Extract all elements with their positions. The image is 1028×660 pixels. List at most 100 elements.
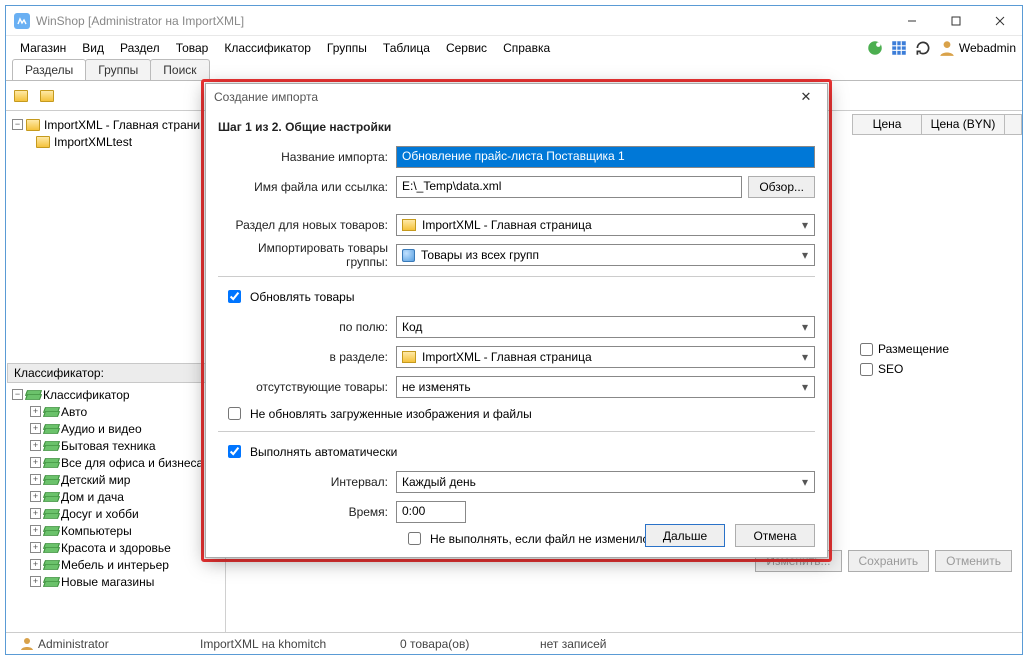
classifier-item[interactable]: Новые магазины <box>61 575 154 589</box>
layers-icon <box>44 559 57 570</box>
skip-unchanged-label: Не выполнять, если файл не изменился <box>430 532 655 546</box>
save-button[interactable]: Сохранить <box>848 550 930 572</box>
menu-help[interactable]: Справка <box>495 39 558 57</box>
tree-root[interactable]: ImportXML - Главная страни <box>44 118 200 132</box>
label-interval: Интервал: <box>218 475 396 489</box>
maximize-button[interactable] <box>934 7 978 35</box>
import-name-input[interactable]: Обновление прайс-листа Поставщика 1 <box>396 146 815 168</box>
tree-child[interactable]: ImportXMLtest <box>54 135 132 149</box>
collapse-icon[interactable]: − <box>12 389 23 400</box>
layers-icon <box>44 576 57 587</box>
menu-classifier[interactable]: Классификатор <box>216 39 319 57</box>
label-import-name: Название импорта: <box>218 150 396 164</box>
classifier-root[interactable]: Классификатор <box>43 388 130 402</box>
minimize-button[interactable] <box>890 7 934 35</box>
menubar: Магазин Вид Раздел Товар Классификатор Г… <box>6 35 1022 59</box>
classifier-header: Классификатор: <box>7 363 224 383</box>
collapse-icon[interactable]: − <box>12 119 23 130</box>
menu-service[interactable]: Сервис <box>438 39 495 57</box>
folder-icon <box>36 136 50 148</box>
status-bar: Administrator ImportXML на khomitch 0 то… <box>6 632 1022 654</box>
expand-icon[interactable]: + <box>30 440 41 451</box>
folder-icon <box>402 351 416 363</box>
browse-button[interactable]: Обзор... <box>748 176 815 198</box>
layers-icon <box>44 474 57 485</box>
menu-section[interactable]: Раздел <box>112 39 168 57</box>
layers-icon <box>26 389 39 400</box>
seo-label: SEO <box>878 362 903 376</box>
skip-unchanged-checkbox[interactable] <box>408 532 421 545</box>
classifier-item[interactable]: Детский мир <box>61 473 130 487</box>
expand-icon[interactable]: + <box>30 406 41 417</box>
import-dialog: Создание импорта ✕ Шаг 1 из 2. Общие нас… <box>205 83 828 558</box>
label-time: Время: <box>218 505 396 519</box>
no-update-images-checkbox[interactable] <box>228 407 241 420</box>
cancel-button[interactable]: Отмена <box>735 524 815 547</box>
expand-icon[interactable]: + <box>30 559 41 570</box>
auto-run-checkbox[interactable] <box>228 445 241 458</box>
tab-groups[interactable]: Группы <box>85 59 151 80</box>
folder-icon <box>26 119 40 131</box>
refresh-icon[interactable] <box>914 39 932 57</box>
menu-shop[interactable]: Магазин <box>12 39 74 57</box>
revert-button[interactable]: Отменить <box>935 550 1012 572</box>
update-products-checkbox[interactable] <box>228 290 241 303</box>
menu-view[interactable]: Вид <box>74 39 112 57</box>
open-folder-icon[interactable] <box>38 85 60 107</box>
col-price[interactable]: Цена <box>852 114 922 135</box>
interval-select[interactable]: Каждый день <box>396 471 815 493</box>
missing-select[interactable]: не изменять <box>396 376 815 398</box>
label-byfield: по полю: <box>218 320 396 334</box>
classifier-item[interactable]: Досуг и хобби <box>61 507 139 521</box>
expand-icon[interactable]: + <box>30 457 41 468</box>
time-input[interactable]: 0:00 <box>396 501 466 523</box>
grid-icon[interactable] <box>890 39 908 57</box>
status-user: Administrator <box>6 637 186 651</box>
menu-product[interactable]: Товар <box>168 39 217 57</box>
sections-tree[interactable]: − ImportXML - Главная страни ImportXMLtes… <box>6 114 225 362</box>
next-button[interactable]: Дальше <box>645 524 725 547</box>
user-icon <box>938 39 956 57</box>
layers-icon <box>44 525 57 536</box>
classifier-item[interactable]: Аудио и видео <box>61 422 142 436</box>
section-select[interactable]: ImportXML - Главная страница <box>396 214 815 236</box>
insection-select[interactable]: ImportXML - Главная страница <box>396 346 815 368</box>
col-price-byn[interactable]: Цена (BYN) <box>921 114 1005 135</box>
classifier-item[interactable]: Все для офиса и бизнеса <box>61 456 203 470</box>
classifier-item[interactable]: Бытовая техника <box>61 439 156 453</box>
folder-icon <box>402 219 416 231</box>
expand-icon[interactable]: + <box>30 525 41 536</box>
new-folder-icon[interactable] <box>12 85 34 107</box>
expand-icon[interactable]: + <box>30 508 41 519</box>
seo-checkbox[interactable] <box>860 363 873 376</box>
placement-checkbox[interactable] <box>860 343 873 356</box>
tab-sections[interactable]: Разделы <box>12 59 86 80</box>
classifier-item[interactable]: Дом и дача <box>61 490 124 504</box>
group-select[interactable]: Товары из всех групп <box>396 244 815 266</box>
expand-icon[interactable]: + <box>30 576 41 587</box>
expand-icon[interactable]: + <box>30 474 41 485</box>
menu-table[interactable]: Таблица <box>375 39 438 57</box>
byfield-select[interactable]: Код <box>396 316 815 338</box>
globe-icon[interactable] <box>866 39 884 57</box>
dialog-close-button[interactable]: ✕ <box>793 86 819 108</box>
layers-icon <box>44 423 57 434</box>
close-button[interactable] <box>978 7 1022 35</box>
expand-icon[interactable]: + <box>30 423 41 434</box>
classifier-item[interactable]: Компьютеры <box>61 524 132 538</box>
current-user: Webadmin <box>959 41 1016 55</box>
price-table-header: Цена Цена (BYN) <box>853 114 1022 135</box>
layers-icon <box>44 440 57 451</box>
classifier-item[interactable]: Красота и здоровье <box>61 541 171 555</box>
expand-icon[interactable]: + <box>30 491 41 502</box>
label-group: Импортировать товары группы: <box>218 241 396 269</box>
label-file: Имя файла или ссылка: <box>218 180 396 194</box>
classifier-item[interactable]: Мебель и интерьер <box>61 558 169 572</box>
tab-search[interactable]: Поиск <box>150 59 209 80</box>
menu-groups[interactable]: Группы <box>319 39 375 57</box>
expand-icon[interactable]: + <box>30 542 41 553</box>
placement-label: Размещение <box>878 342 949 356</box>
classifier-tree[interactable]: − Классификатор + Авто + Аудио и видео + Бытов… <box>6 384 225 632</box>
file-input[interactable]: E:\_Temp\data.xml <box>396 176 742 198</box>
classifier-item[interactable]: Авто <box>61 405 87 419</box>
